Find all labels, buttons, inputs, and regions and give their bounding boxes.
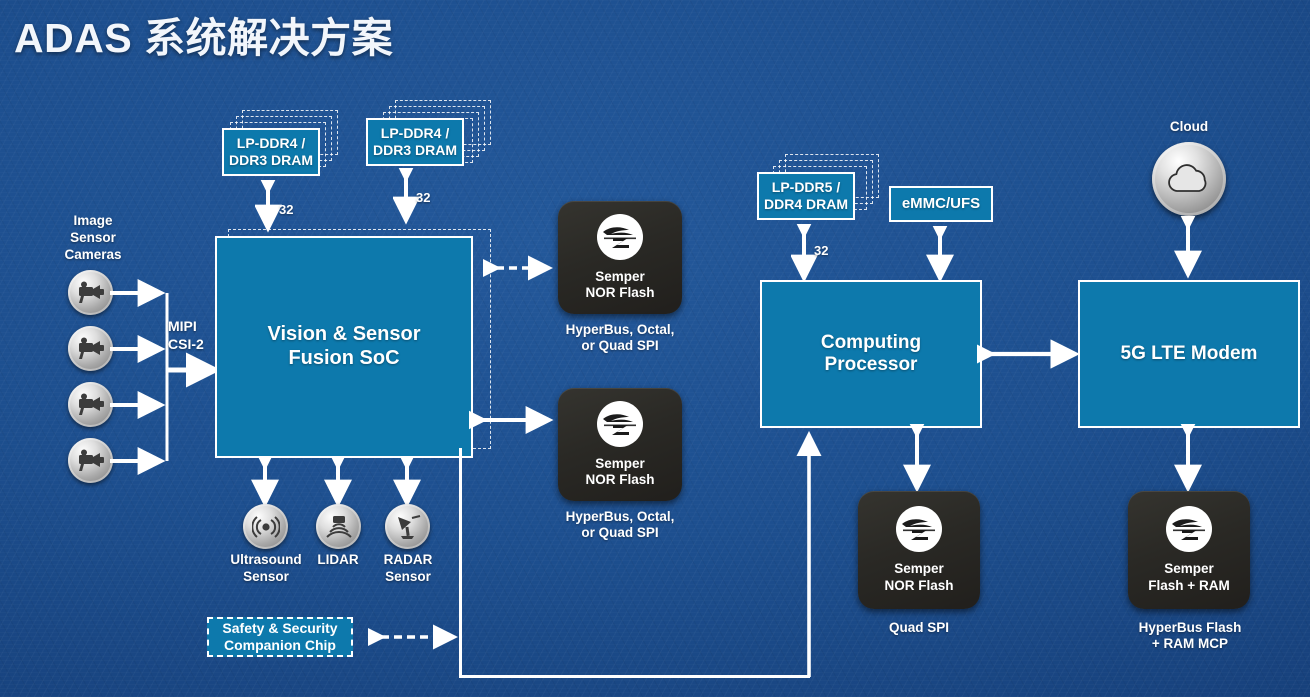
soc-to-nor-flash-1-link xyxy=(483,255,554,281)
computing-processor-block[interactable]: Computing Processor xyxy=(760,280,982,428)
camera-glyph xyxy=(78,393,104,415)
lidar-glyph xyxy=(325,515,352,538)
modem-to-flash-ram-link xyxy=(1174,424,1202,493)
ultrasound-icon[interactable] xyxy=(243,504,288,549)
semper-flash-ram-chip-caption: HyperBus Flash + RAM MCP xyxy=(1138,620,1242,652)
dram-block-ddr5[interactable]: LP-DDR5 / DDR4 DRAM xyxy=(757,172,855,220)
semper-nor-flash-chip-2[interactable]: Semper NOR Flash xyxy=(558,388,682,501)
soc-to-processor-route-vertical-right xyxy=(796,430,822,677)
camera-glyph xyxy=(78,449,104,471)
dram-block-right[interactable]: LP-DDR4 / DDR3 DRAM xyxy=(366,118,464,166)
emmc-ufs-link xyxy=(926,226,954,283)
ultrasound-glyph xyxy=(251,515,280,538)
dram-block-left[interactable]: LP-DDR4 / DDR3 DRAM xyxy=(222,128,320,176)
semper-nor-flash-chip-3-caption: Quad SPI xyxy=(888,620,949,635)
processor-to-modem-link xyxy=(977,339,1080,369)
camera-icon[interactable] xyxy=(68,382,113,427)
semper-nor-flash-chip-2-label: Semper NOR Flash xyxy=(585,455,655,487)
cypress-logo-icon xyxy=(896,506,942,553)
camera-glyph xyxy=(78,337,104,359)
radar-icon[interactable] xyxy=(385,504,430,549)
semper-nor-flash-chip-3-label: Semper NOR Flash xyxy=(884,561,954,593)
cloud-to-modem-link xyxy=(1174,216,1202,279)
semper-nor-flash-chip-1-caption: HyperBus, Octal, or Quad SPI xyxy=(565,322,675,354)
safety-security-companion-chip[interactable]: Safety & Security Companion Chip xyxy=(207,617,353,657)
ddr5-bus-width: 32 xyxy=(814,243,829,258)
cloud-glyph xyxy=(1168,164,1207,192)
soc-to-processor-route-horizontal xyxy=(459,675,810,678)
cypress-logo-icon xyxy=(1166,506,1212,553)
semper-nor-flash-chip-1-label: Semper NOR Flash xyxy=(585,268,655,300)
soc-to-processor-route-vertical-left xyxy=(459,448,462,678)
semper-flash-ram-chip[interactable]: Semper Flash + RAM xyxy=(1128,491,1250,609)
cypress-logo-glyph xyxy=(1168,508,1210,551)
dram-left-bus-width: 32 xyxy=(279,202,294,217)
emmc-ufs-block[interactable]: eMMC/UFS xyxy=(889,186,993,222)
camera-glyph xyxy=(78,281,104,303)
lidar-icon[interactable] xyxy=(316,504,361,549)
mipi-bus-arrows xyxy=(110,279,222,475)
cloud-label: Cloud xyxy=(1169,119,1209,134)
cypress-logo-glyph xyxy=(898,508,940,551)
vision-fusion-soc-block[interactable]: Vision & Sensor Fusion SoC xyxy=(215,236,473,458)
cloud-icon[interactable] xyxy=(1152,142,1226,216)
semper-flash-ram-chip-label: Semper Flash + RAM xyxy=(1148,561,1230,593)
processor-to-quadspi-flash-link xyxy=(903,424,931,493)
mipi-csi2-label: MIPI CSI-2 xyxy=(168,318,204,352)
semper-nor-flash-chip-3[interactable]: Semper NOR Flash xyxy=(858,491,980,609)
radar-glyph xyxy=(397,514,420,539)
camera-icon[interactable] xyxy=(68,270,113,315)
cypress-logo-icon xyxy=(597,213,643,260)
cypress-logo-icon xyxy=(597,400,643,447)
adas-diagram-canvas: ADAS 系统解决方案 Image Sensor Cameras MIPI CS… xyxy=(0,0,1310,697)
lidar-label: LIDAR xyxy=(317,552,359,567)
camera-icon[interactable] xyxy=(68,326,113,371)
modem-block[interactable]: 5G LTE Modem xyxy=(1078,280,1300,428)
image-sensor-cameras-label: Image Sensor Cameras xyxy=(64,213,122,262)
companion-chip-link xyxy=(368,624,459,650)
radar-sensor-label: RADAR Sensor xyxy=(383,552,433,584)
cypress-logo-glyph xyxy=(599,215,641,258)
camera-icon[interactable] xyxy=(68,438,113,483)
cypress-logo-glyph xyxy=(599,402,641,445)
semper-nor-flash-chip-2-caption: HyperBus, Octal, or Quad SPI xyxy=(565,509,675,541)
page-title: ADAS 系统解决方案 xyxy=(14,15,394,61)
semper-nor-flash-chip-1[interactable]: Semper NOR Flash xyxy=(558,201,682,314)
dram-right-bus-width: 32 xyxy=(416,190,431,205)
soc-to-nor-flash-2-link xyxy=(469,406,554,434)
